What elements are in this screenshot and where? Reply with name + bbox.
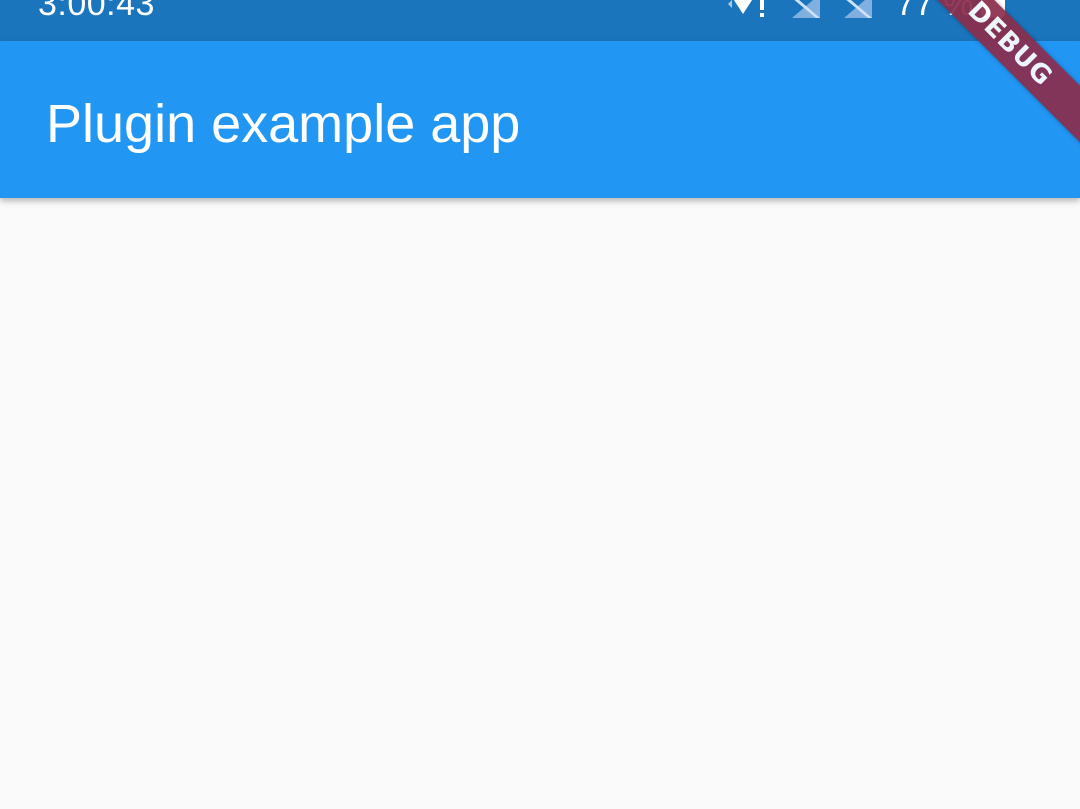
signal-off-icon [790,0,822,25]
app-screen: 3:00:43 77 % Plugin example app DEBUG [0,0,1080,809]
wifi-alert-icon [726,0,770,27]
app-title: Plugin example app [46,94,521,154]
app-body [0,198,1080,809]
status-bar: 3:00:43 77 % [0,0,1080,41]
signal-off-icon [842,0,874,25]
app-bar: Plugin example app [0,41,1080,198]
status-time: 3:00:43 [38,0,155,23]
